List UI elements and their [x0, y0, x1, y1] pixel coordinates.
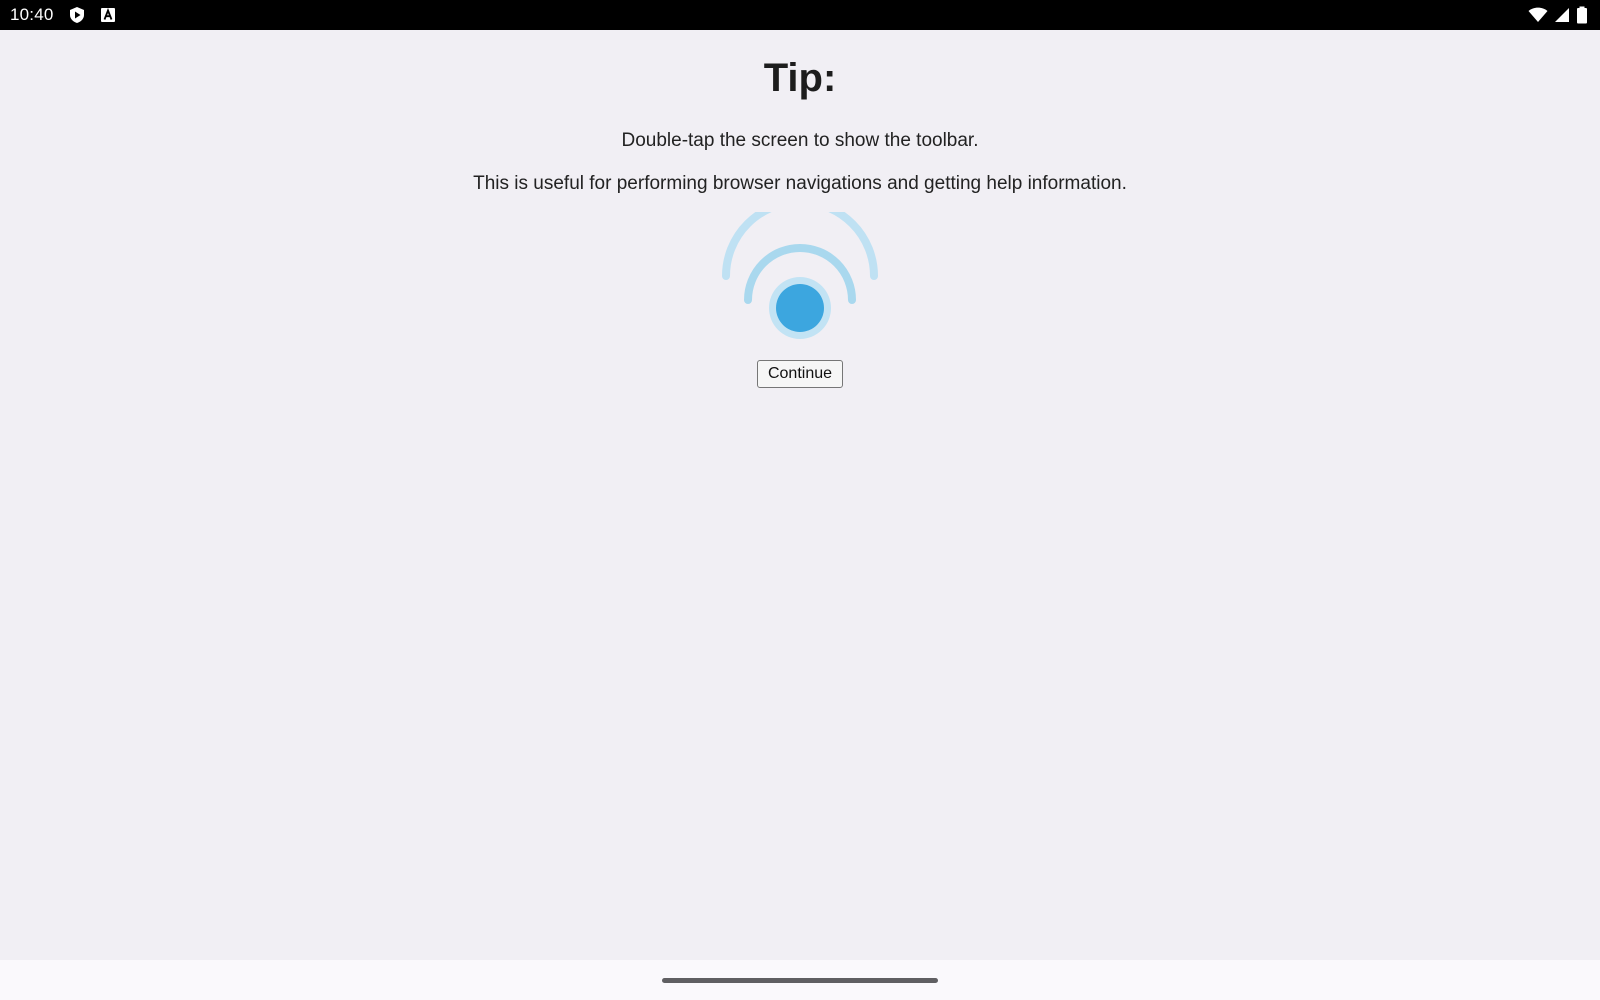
tip-screen: Tip: Double-tap the screen to show the t…: [0, 30, 1600, 960]
continue-button[interactable]: Continue: [757, 360, 843, 388]
keyboard-a-icon: [100, 7, 116, 23]
tip-title: Tip:: [763, 56, 837, 100]
cellular-signal-icon: [1554, 7, 1570, 23]
home-gesture-handle[interactable]: [662, 978, 938, 983]
double-tap-gesture-icon: [720, 198, 880, 372]
status-left: 10:40: [10, 5, 116, 25]
status-time: 10:40: [10, 5, 54, 24]
status-right: [1528, 6, 1588, 24]
status-bar: 10:40: [0, 0, 1600, 30]
navigation-bar: [0, 960, 1600, 1000]
tip-instruction: Double-tap the screen to show the toolba…: [621, 130, 979, 151]
tip-description: This is useful for performing browser na…: [473, 173, 1127, 194]
battery-icon: [1576, 6, 1588, 24]
wifi-icon: [1528, 7, 1548, 23]
shield-play-icon: [68, 6, 86, 24]
